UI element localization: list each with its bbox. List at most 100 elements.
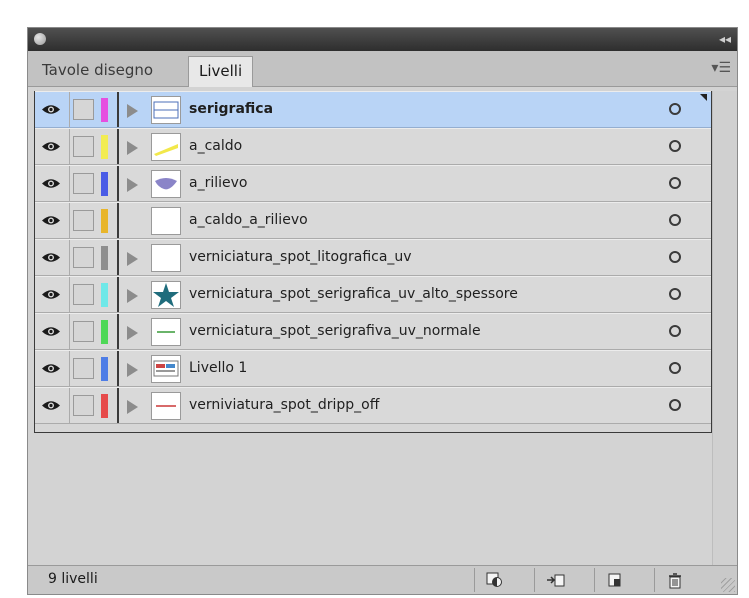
layer-thumbnail [151, 170, 181, 198]
layer-thumbnail [151, 392, 181, 420]
layer-count: 9 livelli [48, 571, 98, 587]
layer-name[interactable]: serigrafica [189, 92, 273, 127]
layer-name[interactable]: verniciatura_spot_serigrafiva_uv_normale [189, 314, 481, 349]
disclosure-triangle-icon[interactable] [127, 363, 138, 377]
lock-toggle[interactable] [73, 99, 94, 120]
selection-indicator [700, 94, 707, 101]
layer-name[interactable]: Livello 1 [189, 351, 247, 386]
visibility-toggle[interactable] [35, 92, 70, 127]
column-divider [117, 129, 119, 164]
visibility-toggle[interactable] [35, 129, 70, 164]
visibility-toggle[interactable] [35, 388, 70, 423]
layer-color-swatch [101, 98, 108, 122]
panel-menu-icon[interactable]: ▾☰ [711, 60, 731, 76]
lock-toggle[interactable] [73, 173, 94, 194]
collapse-icon[interactable]: ◂◂ [719, 31, 731, 47]
lock-toggle[interactable] [73, 284, 94, 305]
disclosure-triangle-icon[interactable] [127, 289, 138, 303]
resize-grip[interactable] [721, 578, 735, 592]
make-clipping-mask-button[interactable] [474, 568, 514, 592]
make-clipping-mask-icon [486, 572, 502, 587]
eye-icon[interactable] [41, 251, 61, 264]
layer-name[interactable]: a_caldo_a_rilievo [189, 203, 308, 238]
column-divider [117, 92, 119, 127]
column-divider [117, 203, 119, 238]
layer-row[interactable]: verniviatura_spot_dripp_off [35, 387, 711, 424]
target-circle-icon[interactable] [669, 288, 681, 300]
visibility-toggle[interactable] [35, 277, 70, 312]
eye-icon[interactable] [41, 177, 61, 190]
lock-toggle[interactable] [73, 395, 94, 416]
layer-row[interactable]: a_rilievo [35, 165, 711, 202]
eye-icon[interactable] [41, 103, 61, 116]
visibility-toggle[interactable] [35, 166, 70, 201]
eye-icon[interactable] [41, 288, 61, 301]
new-layer-icon [608, 573, 621, 587]
panel-titlebar[interactable]: ◂◂ [28, 28, 737, 51]
create-sublayer-button[interactable] [534, 568, 574, 592]
target-circle-icon[interactable] [669, 399, 681, 411]
layer-row[interactable]: verniciatura_spot_litografica_uv [35, 239, 711, 276]
visibility-toggle[interactable] [35, 314, 70, 349]
layer-thumbnail [151, 281, 181, 309]
layer-row[interactable]: verniciatura_spot_serigrafiva_uv_normale [35, 313, 711, 350]
target-circle-icon[interactable] [669, 103, 681, 115]
layer-name[interactable]: a_rilievo [189, 166, 247, 201]
target-circle-icon[interactable] [669, 177, 681, 189]
layer-row[interactable]: serigrafica [35, 91, 711, 128]
disclosure-triangle-icon[interactable] [127, 104, 138, 118]
disclosure-triangle-icon[interactable] [127, 141, 138, 155]
eye-icon[interactable] [41, 214, 61, 227]
eye-icon[interactable] [41, 325, 61, 338]
visibility-toggle[interactable] [35, 240, 70, 275]
lock-toggle[interactable] [73, 321, 94, 342]
layer-thumbnail [151, 96, 181, 124]
eye-icon[interactable] [41, 399, 61, 412]
layer-color-swatch [101, 135, 108, 159]
layers-panel: ◂◂ Tavole disegno Livelli ▾☰ serigrafica… [27, 27, 738, 595]
new-layer-button[interactable] [594, 568, 634, 592]
target-circle-icon[interactable] [669, 251, 681, 263]
disclosure-triangle-icon[interactable] [127, 400, 138, 414]
target-circle-icon[interactable] [669, 325, 681, 337]
visibility-toggle[interactable] [35, 203, 70, 238]
target-circle-icon[interactable] [669, 140, 681, 152]
target-circle-icon[interactable] [669, 362, 681, 374]
eye-icon[interactable] [41, 362, 61, 375]
layer-row[interactable]: verniciatura_spot_serigrafica_uv_alto_sp… [35, 276, 711, 313]
layer-thumbnail [151, 244, 181, 272]
disclosure-triangle-icon[interactable] [127, 326, 138, 340]
column-divider [117, 277, 119, 312]
target-circle-icon[interactable] [669, 214, 681, 226]
layer-list: serigrafica a_caldo a_rilievo a_caldo_a_ril… [34, 91, 712, 433]
layer-color-swatch [101, 394, 108, 418]
layer-name[interactable]: verniciatura_spot_serigrafica_uv_alto_sp… [189, 277, 518, 312]
layer-color-swatch [101, 246, 108, 270]
layer-row[interactable]: a_caldo [35, 128, 711, 165]
layer-color-swatch [101, 172, 108, 196]
column-divider [117, 388, 119, 423]
delete-layer-button[interactable] [654, 568, 694, 592]
layer-name[interactable]: a_caldo [189, 129, 242, 164]
layer-name[interactable]: verniciatura_spot_litografica_uv [189, 240, 412, 275]
lock-toggle[interactable] [73, 136, 94, 157]
layer-thumbnail [151, 355, 181, 383]
lock-toggle[interactable] [73, 210, 94, 231]
disclosure-triangle-icon[interactable] [127, 178, 138, 192]
eye-icon[interactable] [41, 140, 61, 153]
lock-toggle[interactable] [73, 358, 94, 379]
layer-name[interactable]: verniviatura_spot_dripp_off [189, 388, 379, 423]
layer-row[interactable]: Livello 1 [35, 350, 711, 387]
disclosure-triangle-icon[interactable] [127, 252, 138, 266]
scrollbar[interactable] [712, 91, 737, 567]
tab-layers[interactable]: Livelli [188, 56, 254, 87]
layer-thumbnail [151, 207, 181, 235]
visibility-toggle[interactable] [35, 351, 70, 386]
layer-row[interactable]: a_caldo_a_rilievo [35, 202, 711, 239]
column-divider [117, 351, 119, 386]
close-icon[interactable] [34, 33, 46, 45]
column-divider [117, 166, 119, 201]
trash-icon [669, 573, 681, 589]
tab-artboards[interactable]: Tavole disegno [32, 56, 163, 87]
lock-toggle[interactable] [73, 247, 94, 268]
